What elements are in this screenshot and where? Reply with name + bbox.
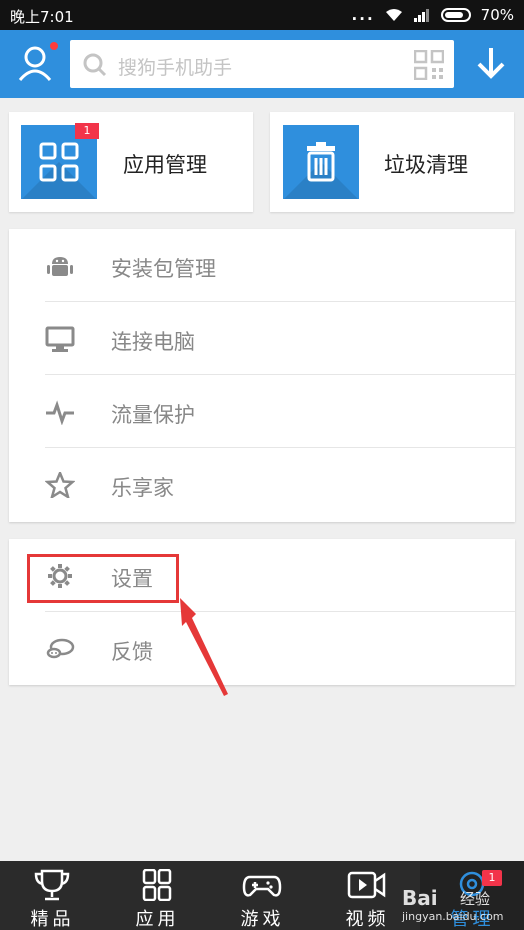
app-header: 搜狗手机助手: [0, 30, 524, 98]
trash-icon: [307, 142, 335, 182]
manage-badge: 1: [482, 870, 502, 886]
pulse-icon: [46, 400, 74, 425]
tools-list: 安装包管理 连接电脑 流量保护 乐享家: [9, 229, 515, 522]
trophy-icon: [34, 869, 70, 901]
signal-icon: [413, 9, 429, 22]
baidu-watermark: Bai 经验 jingyan.baidu.com: [398, 886, 524, 930]
list-item-lexiangjia[interactable]: 乐享家: [9, 448, 515, 521]
status-bar: 晚上7:01 ... 70%: [0, 0, 524, 30]
settings-highlight-box: [27, 554, 179, 603]
watermark-url: jingyan.baidu.com: [402, 910, 504, 923]
watermark-sub: 经验: [460, 890, 491, 908]
list-item-traffic-protect[interactable]: 流量保护: [9, 375, 515, 448]
nav-tab-featured[interactable]: 精品: [0, 861, 105, 930]
nav-label: 精品: [30, 909, 75, 930]
watermark-brand: Bai: [402, 886, 438, 910]
list-item-label: 反馈: [111, 640, 153, 664]
app-manage-label: 应用管理: [123, 153, 207, 177]
video-icon: [347, 871, 386, 899]
search-placeholder: 搜狗手机助手: [118, 57, 233, 79]
nav-tab-games[interactable]: 游戏: [210, 861, 315, 930]
apps-icon: [142, 869, 172, 901]
wifi-icon: [385, 9, 402, 21]
list-item-connect-pc[interactable]: 连接电脑: [9, 302, 515, 375]
nav-label: 应用: [135, 909, 180, 930]
monitor-icon: [45, 326, 75, 352]
status-dots: ...: [351, 6, 375, 24]
battery-icon: [440, 8, 471, 22]
user-avatar-button[interactable]: [14, 42, 58, 86]
list-item-package-manage[interactable]: 安装包管理: [9, 229, 515, 302]
android-icon: [47, 257, 73, 276]
list-item-label: 连接电脑: [111, 330, 195, 354]
annotation-arrow: [180, 598, 228, 696]
app-manage-badge: 1: [75, 123, 99, 139]
list-item-label: 乐享家: [111, 476, 174, 500]
junk-clean-card[interactable]: 垃圾清理: [270, 112, 514, 212]
status-right: ... 70%: [352, 6, 514, 24]
app-manage-card[interactable]: 应用管理: [9, 112, 253, 212]
gamepad-icon: [242, 875, 282, 897]
status-time: 晚上7:01: [10, 8, 74, 26]
search-icon: [83, 53, 107, 77]
apps-grid-icon: [39, 142, 79, 182]
download-icon[interactable]: [476, 46, 506, 80]
qr-scan-icon[interactable]: [414, 50, 444, 80]
list-item-feedback[interactable]: 反馈: [9, 612, 515, 685]
feedback-icon: [46, 638, 75, 659]
list-item-label: 安装包管理: [111, 257, 216, 281]
search-input[interactable]: 搜狗手机助手: [70, 40, 454, 88]
battery-level: 70%: [480, 6, 514, 24]
nav-tab-apps[interactable]: 应用: [105, 861, 210, 930]
nav-label: 游戏: [240, 909, 285, 930]
star-icon: [45, 472, 75, 498]
junk-clean-label: 垃圾清理: [384, 153, 468, 177]
list-item-label: 流量保护: [111, 403, 195, 427]
junk-clean-tile: [283, 125, 359, 199]
notification-dot: [50, 42, 58, 50]
